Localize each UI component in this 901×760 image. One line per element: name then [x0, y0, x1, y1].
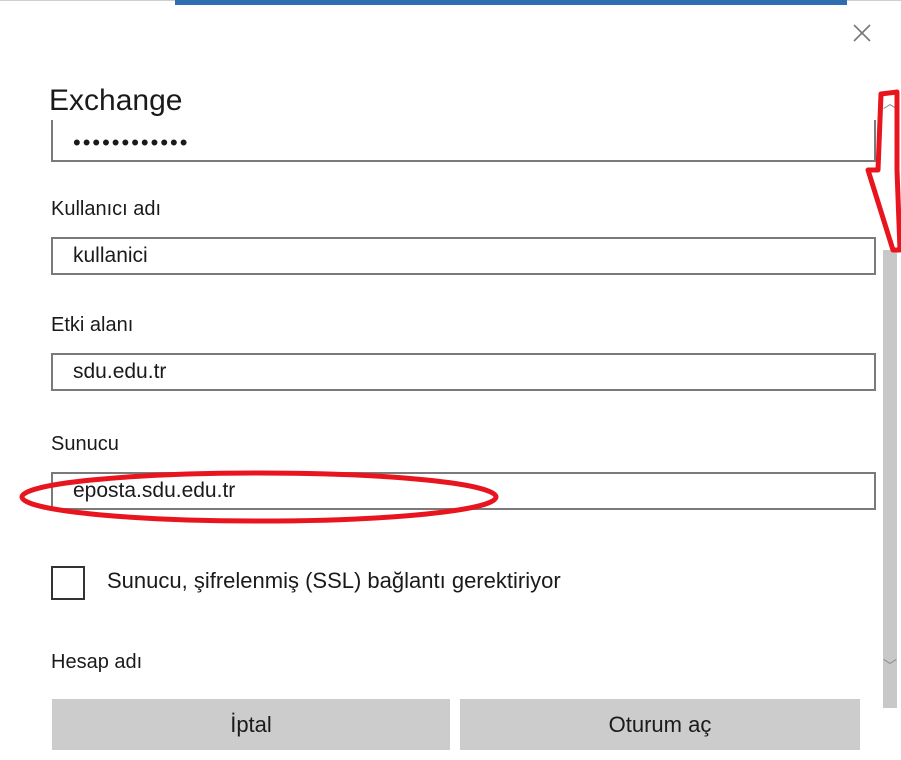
server-field[interactable]: eposta.sdu.edu.tr [51, 472, 876, 510]
domain-field[interactable]: sdu.edu.tr [51, 353, 876, 391]
username-field[interactable]: kullanici [51, 237, 876, 275]
cancel-button[interactable]: İptal [52, 699, 450, 750]
ssl-checkbox-label[interactable]: Sunucu, şifrelenmiş (SSL) bağlantı gerek… [107, 568, 561, 594]
chevron-up-icon[interactable]: ︿ [879, 90, 901, 114]
sign-in-button[interactable]: Oturum aç [460, 699, 860, 750]
username-label: Kullanıcı adı [51, 198, 162, 220]
window-accent-strip [175, 0, 847, 5]
domain-label: Etki alanı [51, 314, 134, 336]
server-label: Sunucu [51, 433, 119, 455]
password-field[interactable]: •••••••••••• [51, 120, 876, 162]
chevron-down-icon[interactable]: ﹀ [879, 656, 901, 680]
close-button[interactable] [847, 20, 877, 46]
dialog-title: Exchange [49, 84, 183, 117]
scrollbar-thumb[interactable] [883, 250, 897, 708]
account-name-label: Hesap adı [51, 651, 143, 673]
close-icon [853, 24, 871, 42]
scrollbar[interactable]: ︿ ﹀ [879, 90, 901, 708]
ssl-checkbox[interactable] [51, 566, 85, 600]
